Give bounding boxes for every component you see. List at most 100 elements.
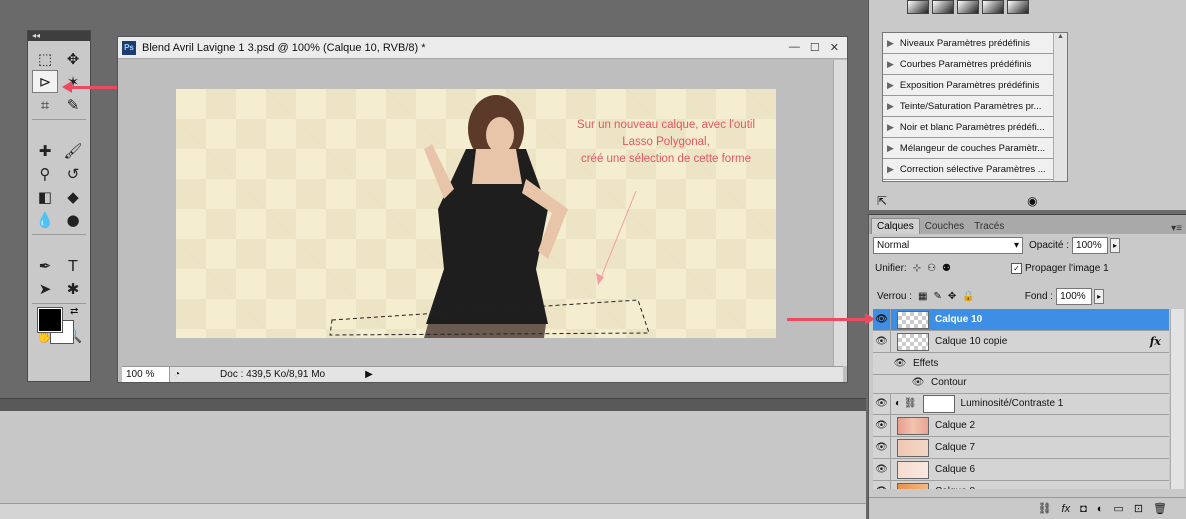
- lock-all-icon[interactable]: 🔒: [962, 291, 974, 302]
- paint-bucket-tool-icon[interactable]: ◆: [60, 185, 86, 208]
- expand-triangle-icon[interactable]: ▶: [887, 101, 894, 112]
- pen-tool-icon[interactable]: ✒: [32, 254, 58, 277]
- tools-separator: [32, 116, 86, 120]
- adjustment-preset-item[interactable]: ▶ Noir et blanc Paramètres prédéfi...: [883, 117, 1067, 138]
- visibility-eye-icon[interactable]: 👁: [873, 459, 891, 480]
- dodge-tool-icon[interactable]: ●: [60, 208, 86, 231]
- type-tool-icon[interactable]: T: [60, 254, 86, 277]
- zoom-level-field[interactable]: 100 %: [122, 367, 170, 382]
- layer-name: Calque 8: [935, 486, 975, 489]
- adjustment-list-scrollbar[interactable]: ▲: [1053, 33, 1067, 181]
- custom-shape-tool-icon[interactable]: ✱: [60, 277, 86, 300]
- layer-row[interactable]: 👁 Calque 10: [873, 309, 1169, 331]
- layer-row[interactable]: 👁 Calque 2: [873, 415, 1169, 437]
- tools-collapse-button[interactable]: ◂◂: [28, 31, 90, 41]
- layers-scrollbar[interactable]: [1170, 309, 1184, 489]
- layer-mask-icon[interactable]: ◘: [1080, 503, 1087, 515]
- visibility-eye-icon[interactable]: 👁: [873, 331, 891, 352]
- eyedropper-tool-icon[interactable]: ✎: [60, 93, 86, 116]
- expand-triangle-icon[interactable]: ▶: [887, 143, 894, 154]
- layer-row[interactable]: 👁 Contour: [873, 372, 1169, 394]
- gradient-adjustment-icon[interactable]: [982, 0, 1004, 14]
- clone-stamp-tool-icon[interactable]: ⚲: [32, 162, 58, 185]
- lock-transparency-icon[interactable]: ▦: [918, 291, 927, 302]
- fill-label: Fond :: [1024, 291, 1054, 302]
- move-tool-icon[interactable]: ✥: [60, 47, 86, 70]
- eraser-tool-icon[interactable]: ◧: [32, 185, 58, 208]
- new-adjustment-layer-icon[interactable]: ◐: [1097, 503, 1104, 515]
- healing-brush-tool-icon[interactable]: ✚: [32, 139, 58, 162]
- adjustment-preset-item[interactable]: ▶ Mélangeur de couches Paramètr...: [883, 138, 1067, 159]
- layer-style-fx-icon[interactable]: fx: [1062, 503, 1071, 515]
- levels-adjustment-icon[interactable]: [907, 0, 929, 14]
- status-info-icon[interactable]: ◔: [174, 369, 180, 380]
- document-titlebar[interactable]: Ps Blend Avril Lavigne 1 3.psd @ 100% (C…: [118, 37, 847, 59]
- layer-effects-fx-icon[interactable]: fx: [1150, 335, 1161, 348]
- expand-triangle-icon[interactable]: ▶: [887, 59, 894, 70]
- expand-triangle-icon[interactable]: ▶: [887, 122, 894, 133]
- layers-tabs: Calques Couches Tracés ▾≡: [869, 215, 1186, 234]
- lock-pixels-icon[interactable]: ✎: [933, 291, 941, 302]
- polygonal-lasso-tool-icon[interactable]: ⊳: [32, 70, 58, 93]
- tab-traces[interactable]: Tracés: [969, 219, 1009, 234]
- visibility-eye-icon[interactable]: 👁: [873, 415, 891, 436]
- adjustment-preset-item[interactable]: ▶ Exposition Paramètres prédéfinis: [883, 75, 1067, 96]
- opacity-slider-arrow[interactable]: ▸: [1110, 238, 1121, 253]
- foreground-color-swatch[interactable]: [37, 307, 63, 333]
- adjustment-preset-label: Courbes Paramètres prédéfinis: [899, 58, 1032, 70]
- tab-calques[interactable]: Calques: [871, 218, 920, 234]
- blur-tool-icon[interactable]: 💧: [32, 208, 58, 231]
- blend-mode-select[interactable]: Normal ▾: [873, 237, 1023, 254]
- return-to-list-icon[interactable]: ⇱: [877, 194, 887, 208]
- layer-row[interactable]: 👁 ◐ ⛓ Luminosité/Contraste 1: [873, 393, 1169, 415]
- expand-triangle-icon[interactable]: ▶: [887, 38, 894, 49]
- visibility-eye-icon[interactable]: 👁: [873, 437, 891, 458]
- layer-row[interactable]: 👁 Calque 7: [873, 437, 1169, 459]
- propagate-checkbox[interactable]: ✓: [1011, 263, 1023, 274]
- panel-menu-icon[interactable]: ▾≡: [1171, 223, 1186, 234]
- brush-tool-icon[interactable]: 🖌: [60, 139, 86, 162]
- visibility-eye-icon[interactable]: 👁: [909, 372, 927, 393]
- opacity-field[interactable]: 100%: [1072, 237, 1109, 254]
- visibility-eye-icon[interactable]: 👁: [873, 481, 891, 489]
- path-selection-tool-icon[interactable]: ➤: [32, 277, 58, 300]
- expand-triangle-icon[interactable]: ▶: [887, 80, 894, 91]
- tab-couches[interactable]: Couches: [920, 219, 969, 234]
- layer-row[interactable]: 👁 Calque 8: [873, 481, 1169, 489]
- swap-colors-icon[interactable]: ⇄: [70, 306, 78, 317]
- clip-icon[interactable]: ◉: [1027, 194, 1037, 208]
- crop-tool-icon[interactable]: ⌗: [32, 93, 58, 116]
- rectangular-marquee-tool-icon[interactable]: ⬚: [32, 47, 58, 70]
- tools-separator: [32, 300, 86, 304]
- visibility-eye-icon[interactable]: 👁: [873, 309, 891, 330]
- expand-triangle-icon[interactable]: ▶: [887, 164, 894, 175]
- exposure-adjustment-icon[interactable]: [957, 0, 979, 14]
- new-layer-icon[interactable]: ⊡: [1134, 502, 1143, 515]
- minimize-button[interactable]: —: [789, 41, 800, 54]
- fill-field[interactable]: 100%: [1056, 288, 1093, 305]
- lock-position-icon[interactable]: ✥: [948, 291, 956, 302]
- unify-visibility-icon[interactable]: ⚇: [927, 263, 936, 274]
- adjustment-preset-item[interactable]: ▶ Correction sélective Paramètres ...: [883, 159, 1067, 180]
- close-button[interactable]: ✕: [830, 41, 839, 54]
- link-layers-icon[interactable]: ⛓: [1038, 502, 1052, 515]
- visibility-eye-icon[interactable]: 👁: [891, 353, 909, 374]
- history-brush-tool-icon[interactable]: ↺: [60, 162, 86, 185]
- new-group-icon[interactable]: ▭: [1113, 502, 1123, 515]
- delete-layer-icon[interactable]: 🗑: [1153, 502, 1167, 515]
- adjustment-preset-item[interactable]: ▶ Courbes Paramètres prédéfinis: [883, 54, 1067, 75]
- curves-adjustment-icon[interactable]: [932, 0, 954, 14]
- adjustment-preset-item[interactable]: ▶ Niveaux Paramètres prédéfinis: [883, 33, 1067, 54]
- document-canvas[interactable]: Sur un nouveau calque, avec l'outil Lass…: [176, 89, 776, 338]
- layer-row[interactable]: 👁 Calque 6: [873, 459, 1169, 481]
- maximize-button[interactable]: ☐: [810, 41, 820, 54]
- adjustment-preset-item[interactable]: ▶ Teinte/Saturation Paramètres pr...: [883, 96, 1067, 117]
- visibility-eye-icon[interactable]: 👁: [873, 393, 891, 414]
- unify-style-icon[interactable]: ⚉: [942, 263, 951, 274]
- unify-position-icon[interactable]: ⊹: [913, 263, 921, 274]
- status-menu-arrow[interactable]: ▶: [365, 369, 373, 380]
- layer-row[interactable]: 👁 Calque 10 copie fx: [873, 331, 1169, 353]
- selective-color-adjustment-icon[interactable]: [1007, 0, 1029, 14]
- bottom-horizontal-scrollbar[interactable]: [0, 503, 866, 519]
- fill-slider-arrow[interactable]: ▸: [1094, 289, 1105, 304]
